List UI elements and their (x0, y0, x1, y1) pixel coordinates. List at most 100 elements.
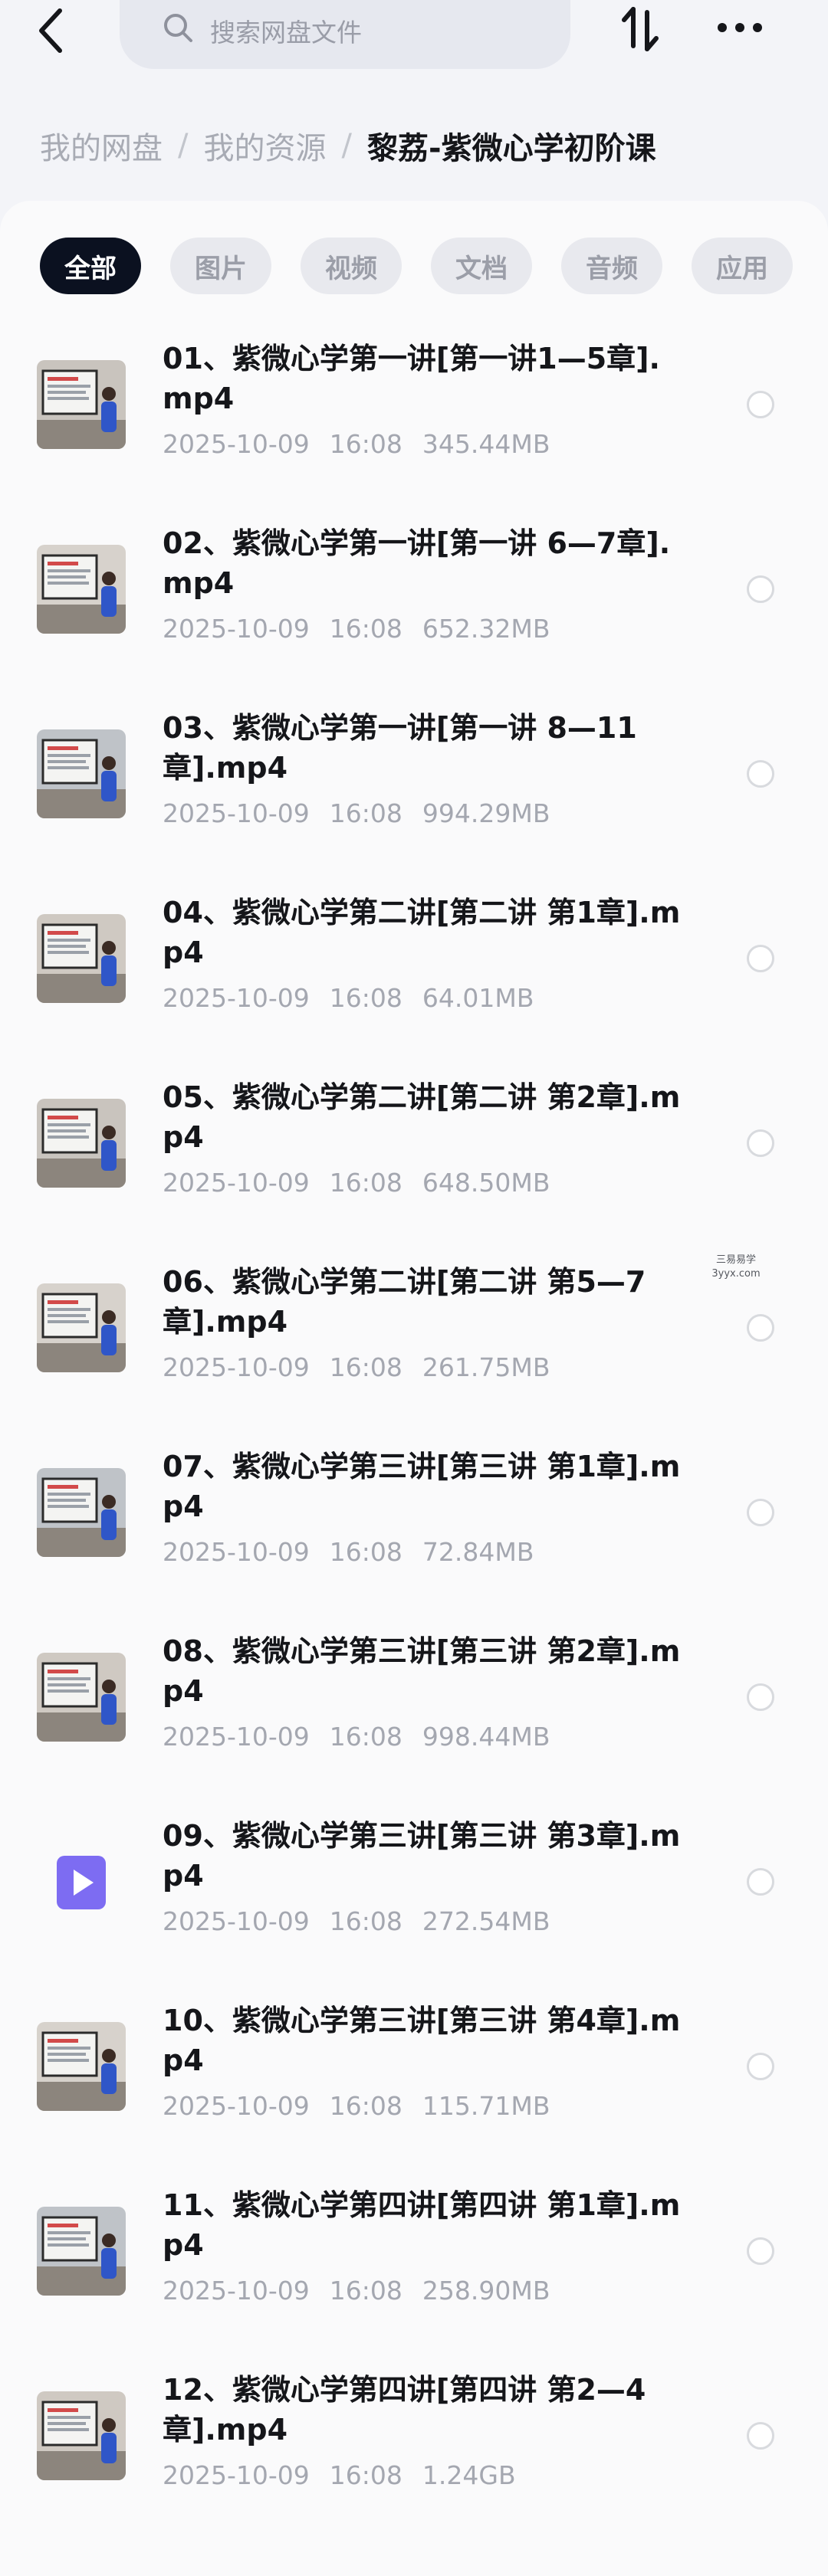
file-date: 2025-10-09 (163, 2460, 310, 2490)
file-size: 72.84MB (422, 1537, 534, 1567)
tab-audio[interactable]: 音频 (561, 238, 662, 294)
lecture-thumbnail-icon (37, 360, 126, 449)
file-date: 2025-10-09 (163, 2276, 310, 2306)
breadcrumb: 我的网盘 / 我的资源 / 黎荔-紫微心学初阶课 (40, 123, 656, 169)
file-meta: 2025-10-09 16:08 261.75MB (163, 1352, 550, 1382)
select-radio[interactable] (747, 575, 774, 603)
file-meta: 2025-10-09 16:08 998.44MB (163, 1722, 550, 1752)
file-row[interactable]: 02、紫微心学第一讲[第一讲 6—7章].mp4 2025-10-09 16:08… (0, 506, 828, 691)
file-time: 16:08 (329, 2460, 402, 2490)
file-meta: 2025-10-09 16:08 272.54MB (163, 1906, 550, 1936)
file-row[interactable]: 07、紫微心学第三讲[第三讲 第1章].mp4 2025-10-09 16:08 7… (0, 1430, 828, 1614)
file-size: 652.32MB (422, 614, 550, 644)
more-button[interactable] (713, 11, 767, 44)
file-date: 2025-10-09 (163, 983, 310, 1013)
search-icon (164, 14, 192, 42)
file-row[interactable]: 05、紫微心学第二讲[第二讲 第2章].mp4 2025-10-09 16:08 6… (0, 1060, 828, 1245)
back-button[interactable] (31, 6, 77, 55)
select-radio[interactable] (747, 1314, 774, 1342)
file-row[interactable]: 10、紫微心学第三讲[第三讲 第4章].mp4 2025-10-09 16:08 1… (0, 1984, 828, 2168)
watermark: 三易易学 3yyx.com (705, 1254, 767, 1281)
breadcrumb-my-drive[interactable]: 我的网盘 (40, 123, 163, 168)
file-meta: 2025-10-09 16:08 72.84MB (163, 1537, 534, 1567)
sort-arrows-icon (622, 7, 659, 51)
file-row[interactable]: 09、紫微心学第三讲[第三讲 第3章].mp4 2025-10-09 16:08 2… (0, 1799, 828, 1984)
file-row[interactable]: 11、紫微心学第四讲[第四讲 第1章].mp4 2025-10-09 16:08 2… (0, 2168, 828, 2353)
file-time: 16:08 (329, 614, 402, 644)
select-radio[interactable] (747, 945, 774, 972)
file-time: 16:08 (329, 798, 402, 828)
top-bar: 搜索网盘文件 (0, 0, 828, 84)
file-time: 16:08 (329, 1906, 402, 1936)
file-time: 16:08 (329, 1722, 402, 1752)
file-size: 272.54MB (422, 1906, 550, 1936)
file-meta: 2025-10-09 16:08 115.71MB (163, 2091, 550, 2121)
select-radio[interactable] (747, 1868, 774, 1896)
file-name: 11、紫微心学第四讲[第四讲 第1章].mp4 (163, 2188, 681, 2262)
file-row[interactable]: 04、紫微心学第二讲[第二讲 第1章].mp4 2025-10-09 16:08 6… (0, 876, 828, 1060)
file-row[interactable]: 06、紫微心学第二讲[第二讲 第5—7章].mp4 2025-10-09 16:0… (0, 1245, 828, 1430)
select-radio[interactable] (747, 2053, 774, 2080)
file-name: 07、紫微心学第三讲[第三讲 第1章].mp4 (163, 1450, 681, 1523)
file-date: 2025-10-09 (163, 1722, 310, 1752)
file-date: 2025-10-09 (163, 1537, 310, 1567)
file-size: 261.75MB (422, 1352, 550, 1382)
select-radio[interactable] (747, 2422, 774, 2450)
lecture-thumbnail-icon (37, 1468, 126, 1557)
file-meta: 2025-10-09 16:08 258.90MB (163, 2276, 550, 2306)
file-name: 12、紫微心学第四讲[第四讲 第2—4章].mp4 (163, 2373, 646, 2447)
file-time: 16:08 (329, 429, 402, 459)
watermark-line1: 三易易学 (715, 1254, 756, 1266)
lecture-thumbnail-icon (37, 2391, 126, 2480)
watermark-line2: 3yyx.com (711, 1268, 761, 1280)
file-meta: 2025-10-09 16:08 64.01MB (163, 983, 534, 1013)
select-radio[interactable] (747, 2237, 774, 2265)
breadcrumb-my-resources[interactable]: 我的资源 (203, 123, 326, 168)
file-size: 64.01MB (422, 983, 534, 1013)
tab-images[interactable]: 图片 (170, 238, 271, 294)
select-radio[interactable] (747, 1683, 774, 1711)
file-name: 08、紫微心学第三讲[第三讲 第2章].mp4 (163, 1634, 681, 1708)
file-name: 01、紫微心学第一讲[第一讲1—5章].mp4 (163, 342, 660, 415)
file-row[interactable]: 03、紫微心学第一讲[第一讲 8—11章].mp4 2025-10-09 16:0… (0, 691, 828, 876)
breadcrumb-separator: / (178, 128, 189, 163)
tab-documents[interactable]: 文档 (431, 238, 532, 294)
tab-apps[interactable]: 应用 (692, 238, 793, 294)
select-radio[interactable] (747, 391, 774, 418)
file-meta: 2025-10-09 16:08 652.32MB (163, 614, 550, 644)
file-meta: 2025-10-09 16:08 994.29MB (163, 798, 550, 828)
file-date: 2025-10-09 (163, 1906, 310, 1936)
file-row[interactable]: 12、紫微心学第四讲[第四讲 第2—4章].mp4 2025-10-09 16:0… (0, 2353, 828, 2538)
file-date: 2025-10-09 (163, 798, 310, 828)
file-time: 16:08 (329, 1537, 402, 1567)
lecture-thumbnail-icon (37, 545, 126, 634)
file-name: 10、紫微心学第三讲[第三讲 第4章].mp4 (163, 2004, 681, 2077)
file-time: 16:08 (329, 983, 402, 1013)
tab-videos[interactable]: 视频 (301, 238, 402, 294)
file-date: 2025-10-09 (163, 1352, 310, 1382)
file-row[interactable]: 08、紫微心学第三讲[第三讲 第2章].mp4 2025-10-09 16:08 9… (0, 1614, 828, 1799)
select-radio[interactable] (747, 1499, 774, 1526)
sort-button[interactable] (613, 3, 667, 57)
file-name: 03、紫微心学第一讲[第一讲 8—11章].mp4 (163, 711, 637, 785)
search-placeholder: 搜索网盘文件 (210, 18, 362, 48)
tab-all[interactable]: 全部 (40, 238, 141, 294)
select-radio[interactable] (747, 760, 774, 788)
file-name: 06、紫微心学第二讲[第二讲 第5—7章].mp4 (163, 1265, 646, 1339)
file-name: 02、紫微心学第一讲[第一讲 6—7章].mp4 (163, 526, 671, 600)
lecture-thumbnail-icon (37, 2022, 126, 2111)
file-row[interactable]: 01、紫微心学第一讲[第一讲1—5章].mp4 2025-10-09 16:08 3… (0, 322, 828, 506)
file-date: 2025-10-09 (163, 614, 310, 644)
select-radio[interactable] (747, 1129, 774, 1157)
file-list: 01、紫微心学第一讲[第一讲1—5章].mp4 2025-10-09 16:08 3… (0, 322, 828, 2538)
lecture-thumbnail-icon (37, 1283, 126, 1372)
file-time: 16:08 (329, 2276, 402, 2306)
lecture-thumbnail-icon (37, 914, 126, 1003)
file-time: 16:08 (329, 1352, 402, 1382)
more-dots-icon (718, 23, 762, 32)
file-name: 04、紫微心学第二讲[第二讲 第1章].mp4 (163, 896, 681, 969)
file-size: 1.24GB (422, 2460, 516, 2490)
search-input[interactable]: 搜索网盘文件 (120, 0, 570, 69)
file-size: 258.90MB (422, 2276, 550, 2306)
breadcrumb-current-folder: 黎荔-紫微心学初阶课 (366, 131, 656, 166)
